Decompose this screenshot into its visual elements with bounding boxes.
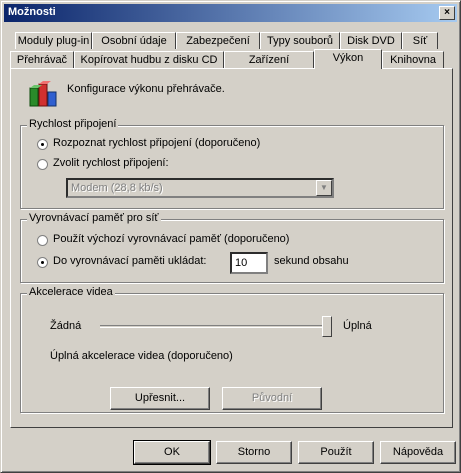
buffer-seconds-input[interactable]: 10 — [230, 252, 268, 274]
tab-plugins[interactable]: Moduly plug-in — [15, 32, 92, 49]
connection-speed-group: Rychlost připojení Rozpoznat rychlost př… — [20, 118, 444, 209]
cancel-button[interactable]: Storno — [216, 441, 292, 464]
help-button[interactable]: Nápověda — [380, 441, 456, 464]
tab-performance[interactable]: Výkon — [314, 49, 382, 69]
ok-button[interactable]: OK — [133, 440, 211, 465]
video-acceleration-group: Akcelerace videa Žádná Úplná Úplná akcel… — [20, 286, 444, 413]
restore-defaults-button[interactable]: Původní — [222, 387, 322, 410]
tab-security[interactable]: Zabezpečení — [176, 32, 260, 49]
advanced-button[interactable]: Upřesnit... — [110, 387, 210, 410]
network-buffer-group: Vyrovnávací paměť pro síť Použít výchozí… — [20, 212, 444, 283]
choose-speed-label: Zvolit rychlost připojení: — [53, 157, 169, 169]
tab-library[interactable]: Knihovna — [382, 51, 444, 68]
custom-buffer-radio[interactable] — [37, 257, 48, 268]
custom-buffer-label: Do vyrovnávací paměti ukládat: — [53, 255, 207, 267]
buffer-seconds-value: 10 — [235, 257, 248, 269]
apply-button[interactable]: Použít — [298, 441, 374, 464]
options-dialog: Možnosti × Moduly plug-in Osobní údaje Z… — [0, 0, 461, 473]
performance-icon — [29, 81, 57, 107]
speed-dropdown[interactable]: Modem (28,8 kb/s) ▼ — [66, 178, 334, 198]
speed-dropdown-value: Modem (28,8 kb/s) — [71, 182, 163, 194]
chevron-down-icon[interactable]: ▼ — [316, 180, 332, 196]
tab-network[interactable]: Síť — [402, 32, 438, 49]
window-title: Možnosti — [8, 6, 56, 18]
tab-rip-music[interactable]: Kopírovat hudbu z disku CD — [74, 51, 224, 68]
detect-speed-label: Rozpoznat rychlost připojení (doporučeno… — [53, 137, 261, 149]
tab-devices[interactable]: Zařízení — [224, 51, 314, 68]
performance-panel: Konfigurace výkonu přehrávače. Rychlost … — [10, 68, 453, 428]
tab-player[interactable]: Přehrávač — [10, 51, 74, 68]
default-buffer-label: Použít výchozí vyrovnávací paměť (doporu… — [53, 233, 290, 245]
default-buffer-radio[interactable] — [37, 235, 48, 246]
header-text: Konfigurace výkonu přehrávače. — [67, 83, 225, 95]
choose-speed-radio[interactable] — [37, 159, 48, 170]
slider-max-label: Úplná — [343, 320, 372, 332]
tab-file-types[interactable]: Typy souborů — [260, 32, 340, 49]
buffer-seconds-suffix: sekund obsahu — [274, 255, 349, 267]
close-button[interactable]: × — [439, 6, 455, 20]
title-bar[interactable]: Možnosti × — [4, 4, 457, 22]
close-icon: × — [444, 7, 450, 18]
tab-privacy[interactable]: Osobní údaje — [92, 32, 176, 49]
acceleration-slider-thumb[interactable] — [322, 316, 332, 337]
acceleration-track[interactable] — [100, 325, 332, 328]
tab-dvd[interactable]: Disk DVD — [340, 32, 402, 49]
network-buffer-title: Vyrovnávací paměť pro síť — [27, 212, 161, 224]
slider-min-label: Žádná — [50, 320, 82, 332]
video-acceleration-title: Akcelerace videa — [27, 286, 115, 298]
acceleration-status: Úplná akcelerace videa (doporučeno) — [50, 350, 233, 362]
connection-speed-title: Rychlost připojení — [27, 118, 119, 130]
detect-speed-radio[interactable] — [37, 139, 48, 150]
